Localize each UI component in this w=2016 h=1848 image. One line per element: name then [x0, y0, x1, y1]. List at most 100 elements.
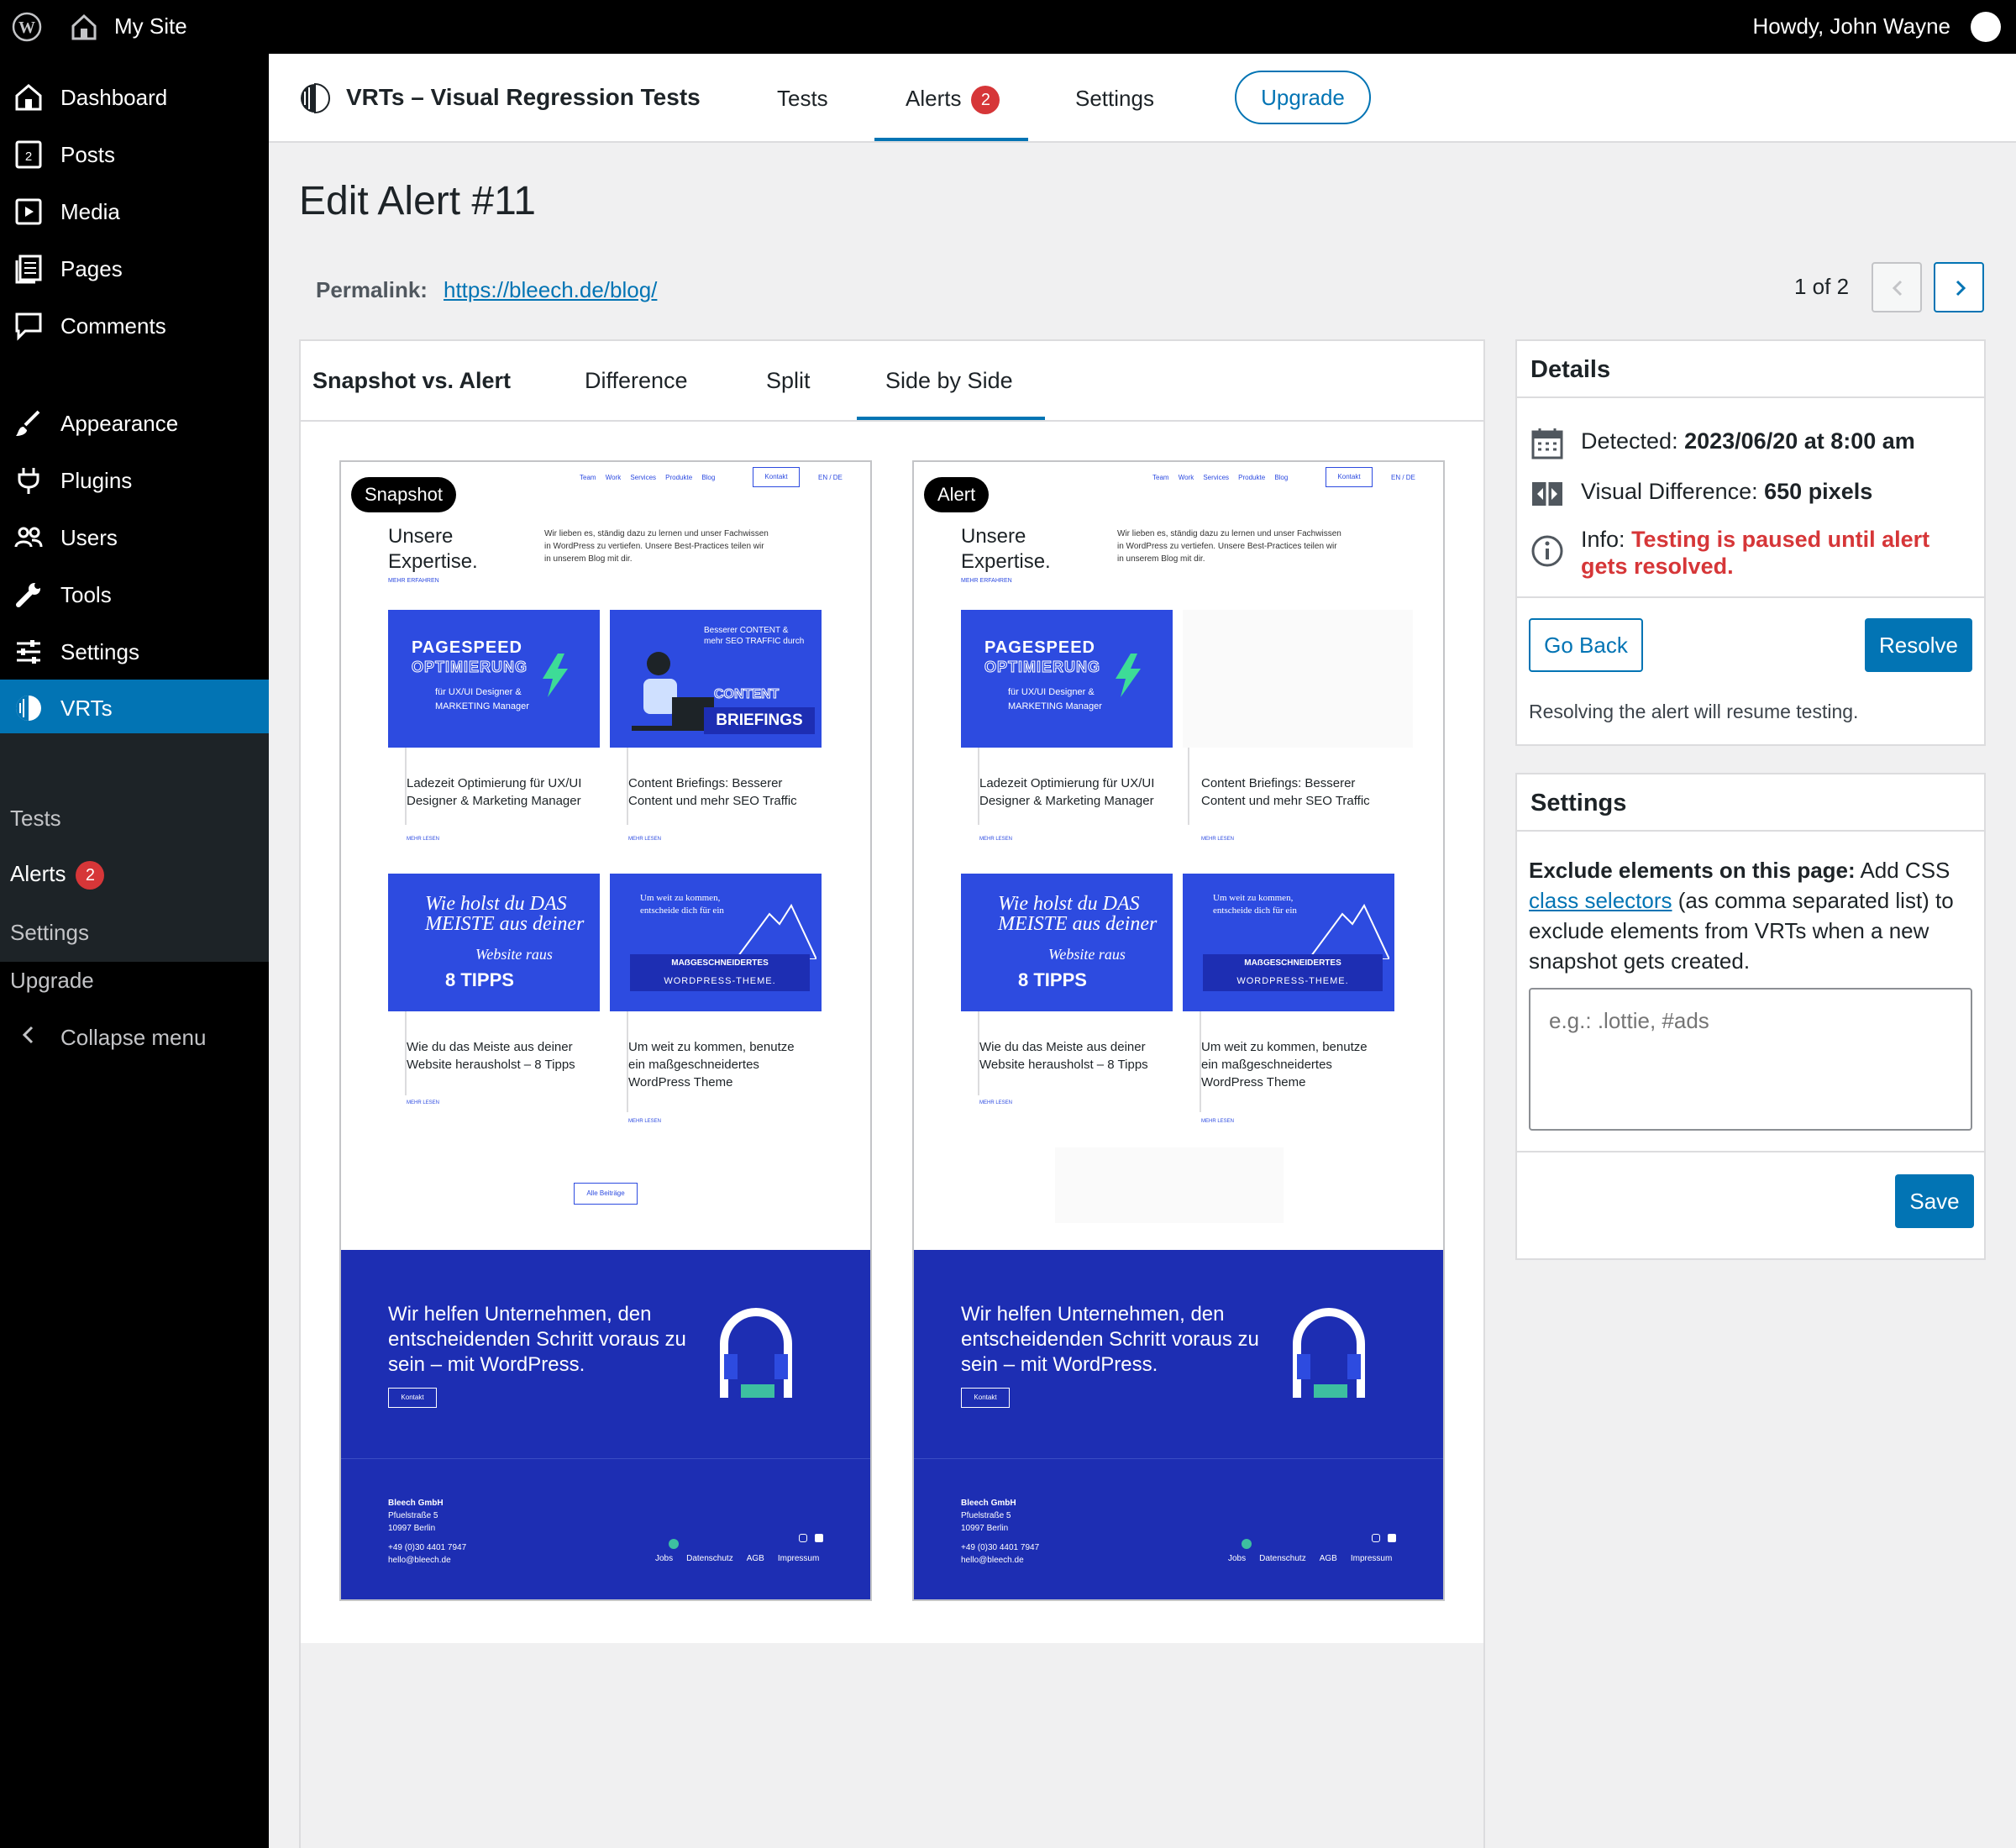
- vrts-icon: [16, 696, 41, 721]
- sidebar-item-plugins[interactable]: Plugins: [0, 452, 269, 509]
- tab-tests[interactable]: Tests: [777, 86, 828, 112]
- admin-sidebar: Dashboard 2 Posts Media Pages Comments A…: [0, 54, 269, 1848]
- preview-read-more: MEHR LESEN: [1201, 837, 1235, 842]
- home-icon[interactable]: [69, 12, 99, 42]
- pages-icon: [15, 255, 42, 284]
- wordpress-logo-icon[interactable]: W: [12, 12, 42, 42]
- alert-label: Alert: [924, 477, 990, 512]
- save-button[interactable]: Save: [1895, 1174, 1974, 1228]
- avatar[interactable]: [1971, 12, 2001, 42]
- vrts-logo-icon: [301, 82, 330, 114]
- submenu-item-tests[interactable]: Tests: [10, 806, 61, 832]
- preview-read-more: MEHR LESEN: [628, 837, 662, 842]
- exclude-selectors-input[interactable]: [1529, 988, 1972, 1131]
- submenu-item-label: Alerts: [10, 861, 66, 886]
- sidebar-item-tools[interactable]: Tools: [0, 566, 269, 623]
- preview-read-more: MEHR LESEN: [1201, 1119, 1235, 1124]
- resolve-button[interactable]: Resolve: [1865, 618, 1972, 672]
- users-icon: [14, 527, 43, 548]
- alerts-count-badge: 2: [76, 861, 105, 890]
- tab-alerts[interactable]: Alerts 2: [906, 86, 1000, 115]
- info-value-cont: gets resolved.: [1581, 554, 1734, 579]
- dashboard-icon: [15, 84, 42, 111]
- preview-card-pagespeed: PAGESPEED OPTIMIERUNG für UX/UI Designer…: [388, 610, 600, 748]
- sidebar-item-label: VRTs: [60, 696, 113, 721]
- snapshot-label: Snapshot: [351, 477, 456, 512]
- sidebar-item-appearance[interactable]: Appearance: [0, 395, 269, 452]
- preview-card-title: Ladezeit Optimierung für UX/UI Designer …: [407, 776, 582, 808]
- permalink-link[interactable]: https://bleech.de/blog/: [444, 277, 657, 303]
- next-alert-button[interactable]: [1934, 262, 1984, 312]
- preview-intro: Wir lieben es, ständig dazu zu lernen un…: [1117, 529, 1341, 564]
- settings-title: Settings: [1530, 790, 1627, 816]
- sidebar-item-label: Users: [60, 525, 118, 550]
- info-value: Testing is paused until alert: [1631, 527, 1930, 552]
- sidebar-item-media[interactable]: Media: [0, 183, 269, 240]
- comments-icon: [15, 312, 42, 341]
- preview-nav: Team Work Services Produkte Blog: [580, 474, 716, 481]
- sidebar-item-dashboard[interactable]: Dashboard: [0, 69, 269, 126]
- preview-read-more: MEHR LESEN: [407, 837, 440, 842]
- sidebar-item-comments[interactable]: Comments: [0, 297, 269, 354]
- submenu-item-alerts[interactable]: Alerts 2: [10, 861, 105, 890]
- details-header: Details: [1517, 341, 1984, 398]
- sidebar-item-users[interactable]: Users: [0, 509, 269, 566]
- submenu-item-upgrade[interactable]: Upgrade: [10, 968, 94, 994]
- info-icon: [1531, 535, 1563, 567]
- preview-read-more: MEHR LESEN: [628, 1119, 662, 1124]
- settings-divider: [1517, 1151, 1984, 1152]
- alert-preview: Team Work Services Produkte Blog Kontakt…: [912, 460, 1445, 1601]
- jobs-dot-icon: [1242, 1539, 1252, 1549]
- preview-card-title: Content Briefings: Besserer Content und …: [628, 776, 797, 808]
- previous-alert-button[interactable]: [1872, 262, 1922, 312]
- tab-side-by-side[interactable]: Side by Side: [885, 368, 1013, 394]
- preview-nav: Team Work Services Produkte Blog: [1152, 474, 1289, 481]
- details-title: Details: [1530, 356, 1611, 383]
- tab-difference[interactable]: Difference: [585, 368, 688, 394]
- admin-bar: W My Site Howdy, John Wayne: [0, 0, 2016, 54]
- details-panel: Details Detected: 2023/06/20 at 8:00 am …: [1515, 339, 1986, 746]
- preview-page: Team Work Services Produkte Blog Kontakt…: [914, 462, 1443, 1599]
- alerts-count-badge: 2: [971, 86, 1000, 115]
- sidebar-item-label: Media: [60, 199, 120, 224]
- preview-footer-links: Jobs Datenschutz AGB Impressum: [655, 1554, 820, 1563]
- calendar-icon: [1531, 428, 1563, 459]
- permalink-label: Permalink:: [316, 277, 428, 302]
- submenu-item-settings[interactable]: Settings: [10, 920, 89, 946]
- settings-sliders-icon: [17, 640, 40, 664]
- preview-card-title: Wie du das Meiste aus deiner Website her…: [979, 1040, 1148, 1072]
- active-tab-indicator: [857, 417, 1045, 420]
- visual-difference-value: 650 pixels: [1764, 479, 1873, 504]
- user-greeting[interactable]: Howdy, John Wayne: [1752, 13, 1950, 39]
- mountain-illustration: [736, 903, 816, 959]
- chevron-right-icon: [1956, 280, 1966, 297]
- preview-card-briefings: Besserer CONTENT & mehr SEO TRAFFIC durc…: [610, 610, 822, 748]
- preview-footer: Wir helfen Unternehmen, den entscheidend…: [914, 1250, 1443, 1599]
- vrts-submenu: Tests Alerts 2 Settings: [0, 733, 269, 962]
- posts-icon: 2: [15, 140, 42, 169]
- preview-card-tipps: Wie holst du DAS MEISTE aus deiner Websi…: [961, 874, 1173, 1011]
- class-selectors-link[interactable]: class selectors: [1529, 888, 1672, 913]
- chevron-left-icon: [1892, 280, 1903, 297]
- sidebar-item-settings[interactable]: Settings: [0, 623, 269, 680]
- collapse-menu-button[interactable]: Collapse menu: [0, 1011, 269, 1065]
- preview-address: Bleech GmbH Pfuelstraße 5 10997 Berlin +…: [961, 1499, 1040, 1565]
- linkedin-icon: [815, 1534, 823, 1542]
- tools-icon: [16, 582, 41, 607]
- plugins-icon: [18, 468, 39, 494]
- page-title: Edit Alert #11: [299, 179, 536, 223]
- missing-image-area: [1183, 610, 1413, 748]
- sidebar-item-label: Appearance: [60, 411, 179, 436]
- upgrade-button[interactable]: Upgrade: [1235, 71, 1371, 124]
- detected-value: 2023/06/20 at 8:00 am: [1684, 428, 1915, 454]
- site-name-link[interactable]: My Site: [114, 13, 187, 39]
- sidebar-item-vrts[interactable]: VRTs: [0, 680, 269, 737]
- settings-panel: Settings Exclude elements on this page: …: [1515, 773, 1986, 1260]
- preview-card-title: Wie du das Meiste aus deiner Website her…: [407, 1040, 575, 1072]
- tab-split[interactable]: Split: [766, 368, 811, 394]
- sidebar-item-posts[interactable]: 2 Posts: [0, 126, 269, 183]
- tab-snapshot-vs-alert: Snapshot vs. Alert: [312, 368, 512, 393]
- go-back-button[interactable]: Go Back: [1529, 618, 1643, 672]
- sidebar-item-pages[interactable]: Pages: [0, 240, 269, 297]
- tab-settings[interactable]: Settings: [1075, 86, 1154, 112]
